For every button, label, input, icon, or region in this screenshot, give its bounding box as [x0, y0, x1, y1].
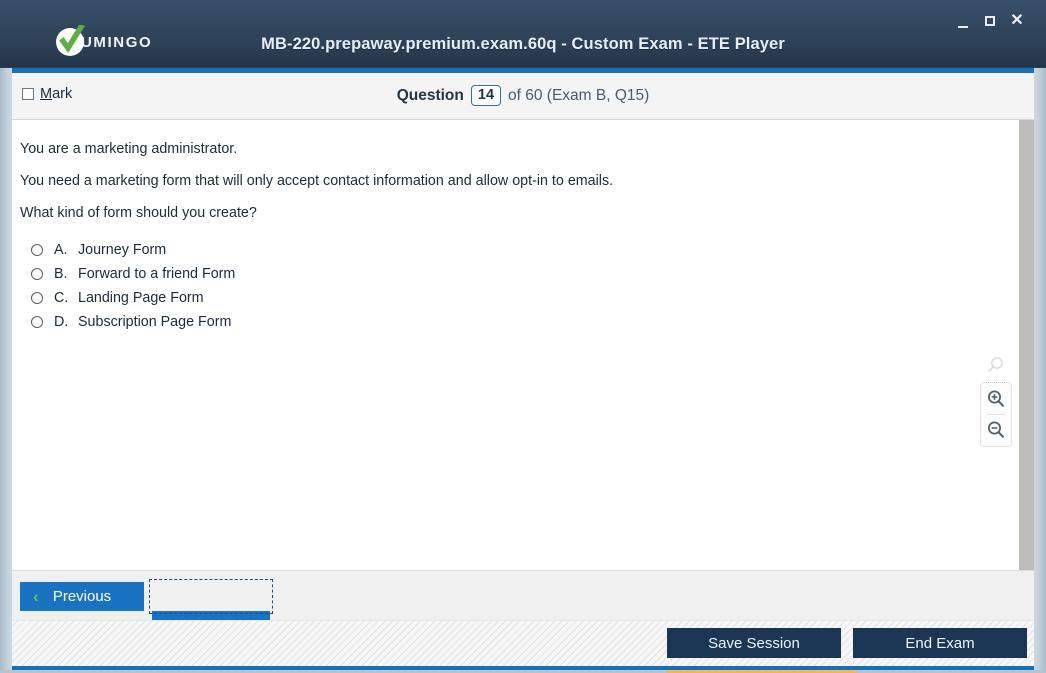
question-counter: Question 14 of 60 (Exam B, Q15) — [12, 85, 1034, 106]
question-text: You are a marketing administrator. You n… — [20, 133, 1014, 229]
window-border-left — [0, 0, 12, 673]
window-title: MB-220.prepaway.premium.exam.60q - Custo… — [261, 35, 785, 53]
previous-button-label: Previous — [52, 588, 112, 605]
end-exam-button[interactable]: End Exam — [853, 628, 1027, 658]
minimize-icon[interactable] — [954, 10, 972, 31]
zoom-in-icon[interactable] — [983, 386, 1009, 412]
question-counter-total: of 60 (Exam B, Q15) — [508, 86, 650, 104]
answer-radio-d[interactable] — [31, 316, 43, 328]
window-border-right — [1034, 0, 1046, 673]
window-controls: ✕ — [954, 10, 1026, 31]
answer-option-b[interactable]: B. Forward to a friend Form — [20, 262, 1014, 286]
previous-button[interactable]: ‹ Previous — [20, 582, 144, 611]
navigation-toolbar: ‹ Previous Next › Review Show Answer Sho… — [12, 570, 1034, 673]
answer-option-a[interactable]: A. Journey Form — [20, 238, 1014, 262]
question-paragraph: What kind of form should you create? — [20, 205, 257, 221]
answer-radio-a[interactable] — [31, 244, 43, 256]
answer-text-a: Journey Form — [78, 242, 167, 258]
answer-letter-d: D. — [54, 314, 69, 330]
content-scrollbar[interactable] — [1019, 120, 1034, 570]
answer-letter-a: A. — [54, 242, 68, 258]
question-counter-label: Question — [396, 86, 464, 104]
end-exam-label: End Exam — [905, 634, 975, 652]
answer-option-c[interactable]: C. Landing Page Form — [20, 286, 1014, 310]
zoom-panel-divider — [986, 414, 1006, 415]
answer-text-b: Forward to a friend Form — [78, 266, 236, 282]
answer-letter-c: C. — [54, 290, 69, 306]
question-paragraph: You are a marketing administrator. — [20, 141, 238, 157]
question-content-inner: You are a marketing administrator. You n… — [20, 133, 1014, 334]
question-paragraph: You need a marketing form that will only… — [20, 173, 614, 189]
save-session-label: Save Session — [708, 634, 800, 652]
zoom-widget — [979, 352, 1013, 447]
answer-radio-c[interactable] — [31, 292, 43, 304]
bottom-accent-line — [12, 666, 1034, 670]
question-number-input[interactable]: 14 — [470, 85, 502, 106]
zoom-out-icon[interactable] — [983, 417, 1009, 443]
answer-text-d: Subscription Page Form — [78, 314, 232, 330]
close-icon[interactable]: ✕ — [1008, 12, 1026, 30]
close-glyph: ✕ — [1010, 11, 1024, 29]
chevron-left-icon: ‹ — [33, 587, 39, 606]
answer-option-d[interactable]: D. Subscription Page Form — [20, 310, 1014, 334]
title-bar[interactable]: UMINGO MB-220.prepaway.premium.exam.60q … — [0, 0, 1046, 68]
maximize-icon[interactable] — [981, 12, 999, 30]
status-bar: Save Session End Exam — [12, 620, 1034, 666]
answer-radio-b[interactable] — [31, 268, 43, 280]
next-button-focus-ring — [149, 579, 273, 614]
zoom-button-panel — [980, 382, 1012, 447]
answer-letter-b: B. — [54, 266, 68, 282]
ete-player-window: UMINGO MB-220.prepaway.premium.exam.60q … — [0, 0, 1046, 673]
question-header-bar: Mark Question 14 of 60 (Exam B, Q15) — [12, 73, 1034, 120]
question-content-area: You are a marketing administrator. You n… — [12, 120, 1034, 570]
answer-options-list: A. Journey Form B. Forward to a friend F… — [20, 238, 1014, 334]
answer-text-c: Landing Page Form — [78, 290, 204, 306]
magnifier-icon[interactable] — [981, 352, 1011, 378]
title-bar-inner: UMINGO MB-220.prepaway.premium.exam.60q … — [12, 6, 1034, 66]
save-session-button[interactable]: Save Session — [667, 628, 841, 658]
